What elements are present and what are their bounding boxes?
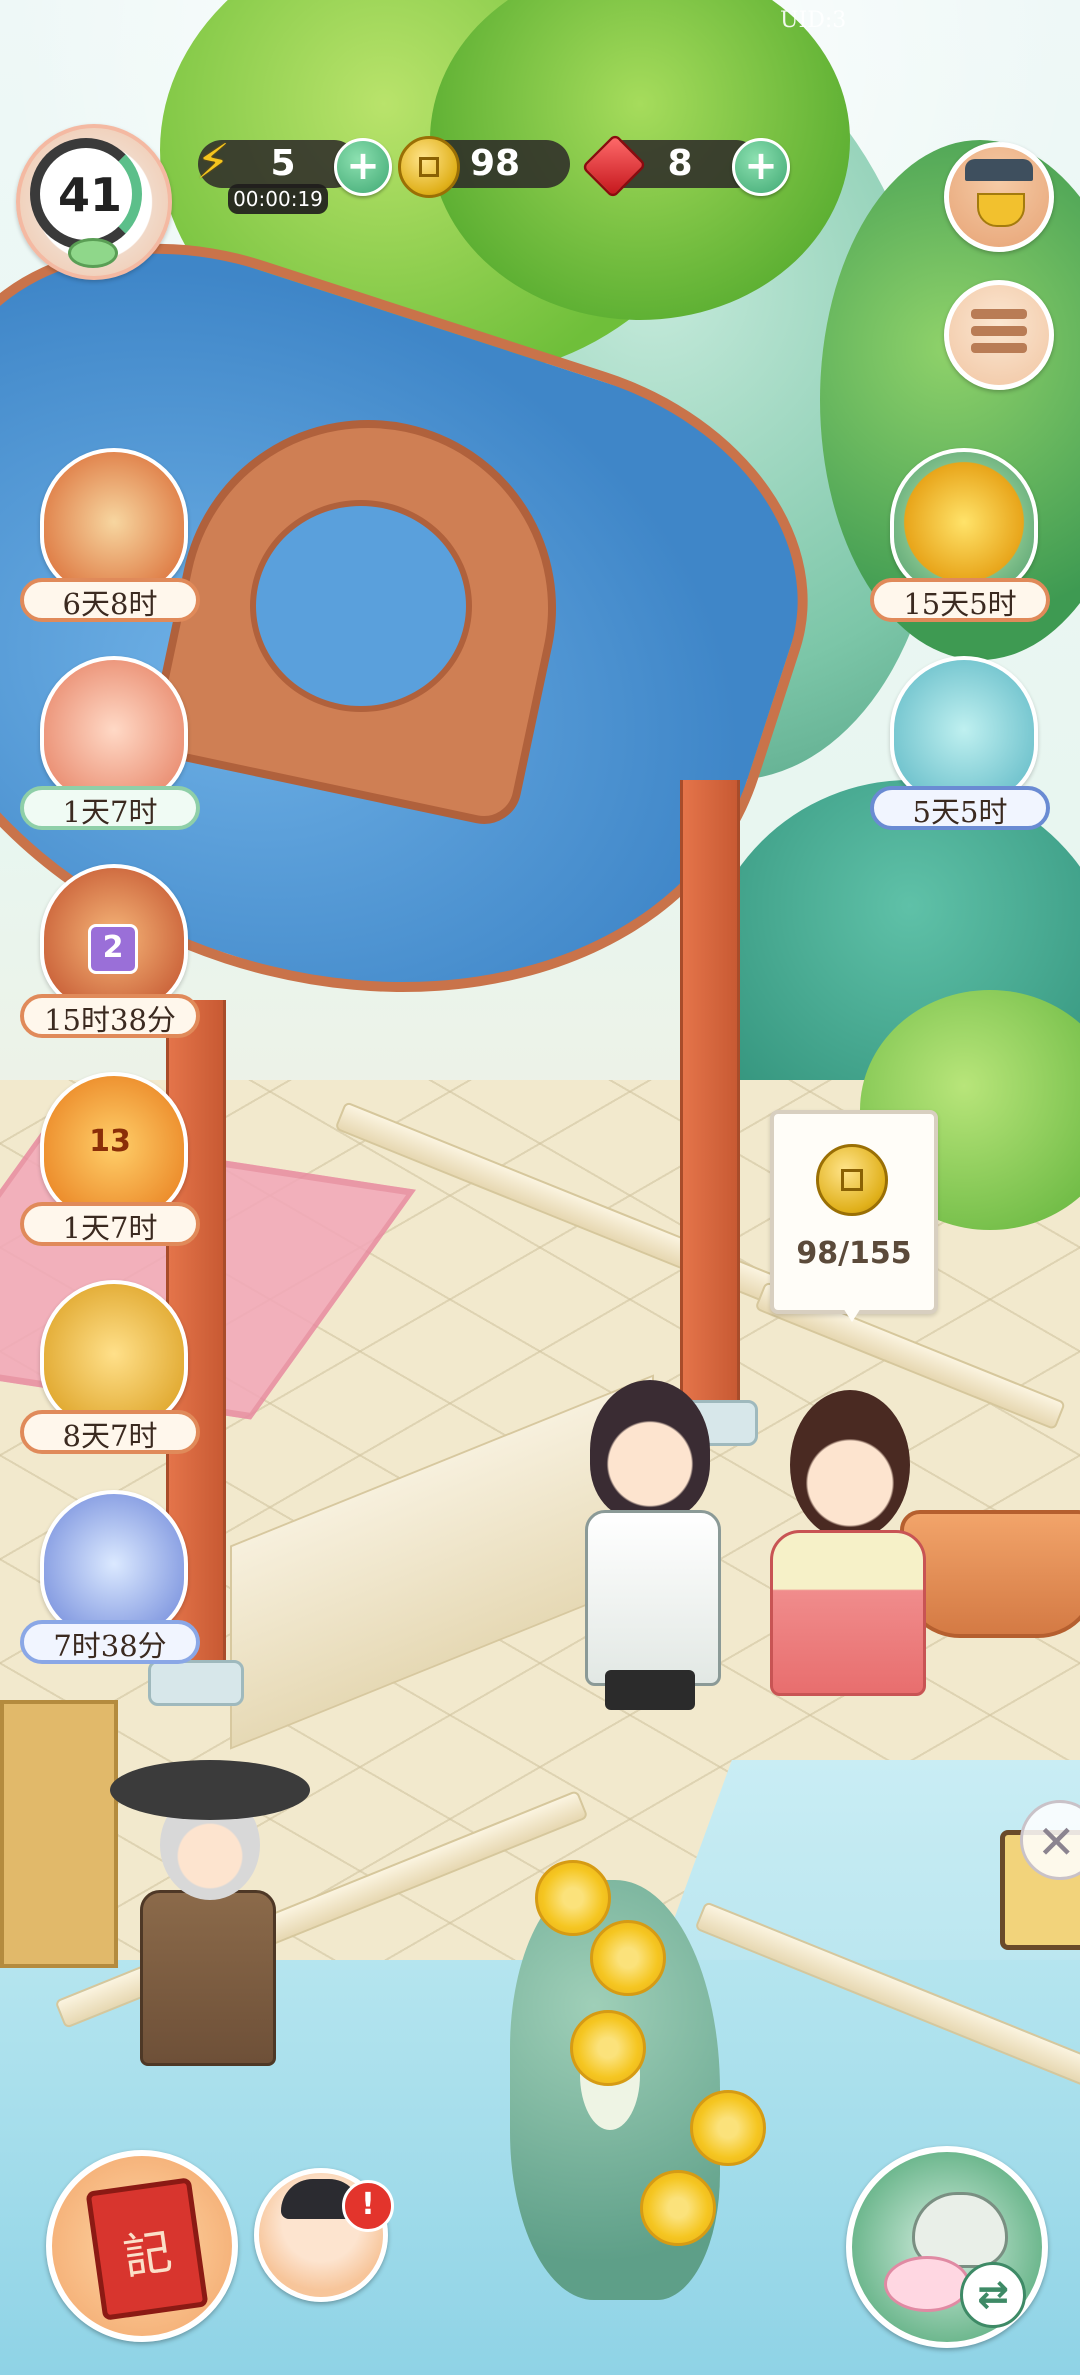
event-timer: 15天5时: [870, 578, 1050, 622]
energy-value: 5: [270, 143, 296, 184]
event-treasure-chest[interactable]: 2 15时38分: [20, 864, 200, 1054]
lady-character[interactable]: [790, 1390, 910, 1540]
event-timer: 15时38分: [20, 994, 200, 1038]
event-imperial-exam[interactable]: 6天8时: [20, 448, 200, 638]
player-level: 41: [57, 168, 122, 222]
swordsman-hat[interactable]: [110, 1760, 310, 1820]
list-icon: [971, 309, 1027, 360]
gold-ingot-icon: [977, 193, 1025, 227]
event-harvest[interactable]: 8天7时: [20, 1280, 200, 1470]
flower-shelf: [0, 1700, 118, 1968]
add-gems-button[interactable]: +: [732, 138, 790, 196]
event-gift-box[interactable]: 5天5时: [870, 656, 1050, 846]
coin-icon: [816, 1144, 888, 1216]
event-lion-dance[interactable]: 1天7时: [20, 656, 200, 846]
bonsai-pot: [900, 1510, 1080, 1638]
event-pumpkin[interactable]: 13 1天7时: [20, 1072, 200, 1262]
event-timer: 5天5时: [870, 786, 1050, 830]
journal-button[interactable]: [46, 2150, 238, 2342]
swap-icon: ⇄: [960, 2262, 1026, 2328]
game-scene: UID:3 41 ⚡ 5 00:00:19 + 98 8 + 6天8时 1天7时…: [0, 0, 1080, 2375]
event-kite[interactable]: 7时38分: [20, 1490, 200, 1680]
uid-label: UID:3: [780, 8, 847, 33]
event-timer: 6天8时: [20, 578, 200, 622]
pavilion-gable-inner: [250, 500, 472, 712]
event-timer: 7时38分: [20, 1620, 200, 1664]
add-energy-button[interactable]: +: [334, 138, 392, 196]
event-count: 13: [89, 1124, 131, 1159]
book-icon: [85, 2177, 209, 2321]
lady-character-body[interactable]: [770, 1530, 926, 1696]
scroll-book-icon: [40, 448, 188, 596]
lightning-icon: ⚡: [196, 134, 230, 190]
scholar-character-body[interactable]: [585, 1510, 721, 1686]
rabbit-bun-icon: [884, 2256, 970, 2312]
shop-button[interactable]: [944, 142, 1054, 252]
coin-value: 98: [469, 143, 521, 184]
teahouse-button[interactable]: ⇄: [846, 2146, 1048, 2348]
menu-button[interactable]: [944, 280, 1054, 390]
scholar-character[interactable]: [590, 1380, 710, 1520]
lion-mascot-icon: [40, 656, 188, 804]
chrysanthemum-icon: [890, 448, 1038, 596]
swordsman-character-body[interactable]: [140, 1890, 276, 2066]
event-count-badge: 2: [88, 924, 138, 974]
yellow-flower: [570, 2010, 646, 2086]
gem-value: 8: [667, 143, 693, 184]
event-timer: 1天7时: [20, 786, 200, 830]
jade-icon: [68, 238, 118, 268]
pavilion-pillar: [680, 780, 740, 1420]
gift-box-icon: [890, 656, 1038, 804]
yellow-flower: [535, 1860, 611, 1936]
coin-collect-progress: 98/155: [796, 1236, 912, 1271]
bubble-tail: [838, 1300, 866, 1322]
alert-badge: !: [342, 2180, 394, 2232]
shop-roof-icon: [965, 159, 1033, 181]
event-chrysanthemum[interactable]: 15天5时: [870, 448, 1050, 638]
scholar-character-legs[interactable]: [605, 1670, 695, 1710]
yellow-flower: [690, 2090, 766, 2166]
kite-icon: [40, 1490, 188, 1638]
event-timer: 8天7时: [20, 1410, 200, 1454]
wheat-icon: [40, 1280, 188, 1428]
event-timer: 1天7时: [20, 1202, 200, 1246]
yellow-flower: [640, 2170, 716, 2246]
yellow-flower: [590, 1920, 666, 1996]
energy-timer: 00:00:19: [228, 184, 328, 214]
